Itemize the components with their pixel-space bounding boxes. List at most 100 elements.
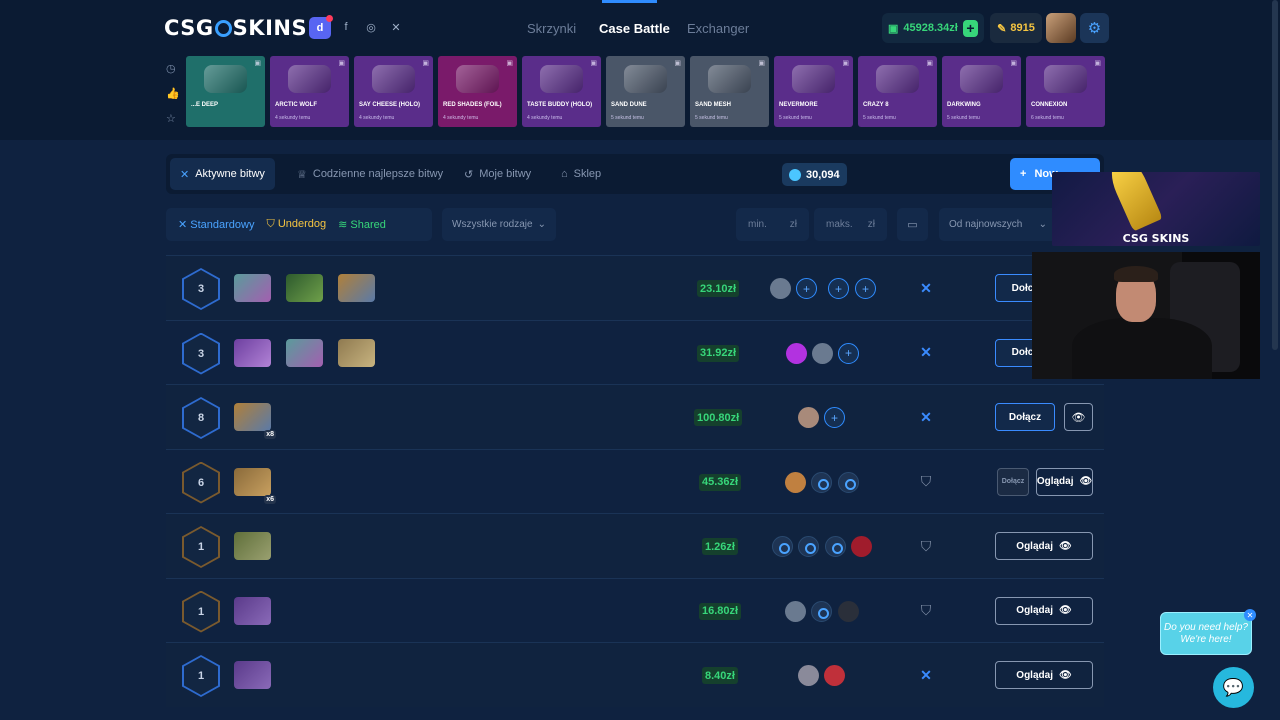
battle-row[interactable]: 3 31.92zł + ✕ Dołcz bbox=[166, 319, 1104, 384]
case-icon: ▣ bbox=[674, 60, 681, 67]
case-icon: ▣ bbox=[1094, 60, 1101, 67]
eye-icon[interactable]: 👁 bbox=[1064, 403, 1093, 431]
balance-display[interactable]: ▣ 45928.34zł + bbox=[882, 13, 984, 43]
case-filter-icon[interactable]: ▭ bbox=[897, 208, 928, 241]
bot-avatar bbox=[825, 536, 846, 557]
player-avatar bbox=[785, 471, 806, 493]
chevron-down-icon: ⌄ bbox=[537, 219, 546, 230]
thumbs-up-icon[interactable]: 👍 bbox=[166, 87, 180, 112]
help-bubble[interactable]: Do you need help? We're here! bbox=[1160, 612, 1252, 655]
drop-time: 4 sekundy temu bbox=[527, 115, 563, 121]
drop-card[interactable]: ▣ ARCTIC WOLF 4 sekundy temu bbox=[270, 56, 349, 127]
clock-icon[interactable]: ◷ bbox=[166, 62, 180, 87]
stream-banner-logo: CSG SKINS bbox=[1122, 232, 1190, 245]
eye-icon: 👁 bbox=[1058, 605, 1072, 616]
item-image bbox=[624, 65, 667, 93]
case-image: x6 bbox=[234, 467, 276, 504]
join-button[interactable]: Dołącz bbox=[995, 403, 1055, 431]
player-avatar bbox=[770, 278, 791, 299]
nav-exchanger[interactable]: Exchanger bbox=[687, 21, 749, 36]
drop-time: 4 sekundy temu bbox=[359, 115, 395, 121]
filter-standard[interactable]: ✕ Standardowy bbox=[178, 218, 255, 231]
drop-time: 5 sekund temu bbox=[695, 115, 728, 121]
rounds-badge: 8 bbox=[182, 397, 220, 439]
instagram-icon[interactable]: ◎ bbox=[361, 17, 381, 37]
type-select[interactable]: Wszystkie rodzaje ⌄ bbox=[442, 208, 556, 241]
drop-card[interactable]: ▣ CONNEXION 6 sekund temu bbox=[1026, 56, 1105, 127]
battle-row[interactable]: 1 1.26zł ⛉ Oglądaj 👁 bbox=[166, 513, 1104, 578]
tab-shop[interactable]: ⌂ Sklep bbox=[551, 158, 611, 190]
webcam-overlay bbox=[1032, 252, 1260, 379]
item-image bbox=[1044, 65, 1087, 93]
drop-card[interactable]: ▣ SAND MESH 5 sekund temu bbox=[690, 56, 769, 127]
min-price-input[interactable]: min. zł bbox=[736, 208, 809, 241]
join-slot-button[interactable]: + bbox=[838, 342, 859, 364]
gems-balance[interactable]: 30,094 bbox=[782, 163, 847, 186]
case-image bbox=[338, 274, 375, 302]
item-image bbox=[708, 65, 751, 93]
drop-time: 5 sekund temu bbox=[779, 115, 812, 121]
discord-icon[interactable]: d bbox=[309, 15, 333, 39]
drop-card[interactable]: ▣ RED SHADES (FOIL) 4 sekundy temu bbox=[438, 56, 517, 127]
drop-item-name: SAND MESH bbox=[695, 102, 732, 108]
battle-row[interactable]: 3 23.10zł + + + ✕ Dołcz bbox=[166, 255, 1104, 320]
max-price-input[interactable]: maks. zł bbox=[814, 208, 887, 241]
sort-select[interactable]: Od najnowszych ⌄ bbox=[939, 208, 1057, 241]
drop-card[interactable]: ▣ ...E DEEP bbox=[186, 56, 265, 127]
nav-cases[interactable]: Skrzynki bbox=[527, 21, 576, 36]
join-slot-button[interactable]: + bbox=[824, 407, 845, 428]
filter-shared[interactable]: ≋ Shared bbox=[338, 218, 386, 231]
bot-avatar bbox=[798, 536, 819, 557]
nav-case-battle[interactable]: Case Battle bbox=[599, 21, 670, 36]
drop-card[interactable]: ▣ CRAZY 8 5 sekund temu bbox=[858, 56, 937, 127]
case-image bbox=[286, 338, 323, 367]
watch-button[interactable]: Oglądaj 👁 bbox=[995, 661, 1093, 689]
drop-card[interactable]: ▣ TASTE BUDDY (HOLO) 4 sekundy temu bbox=[522, 56, 601, 127]
user-avatar[interactable] bbox=[1046, 13, 1076, 43]
drop-card[interactable]: ▣ DARKWING 5 sekund temu bbox=[942, 56, 1021, 127]
eye-icon: 👁 bbox=[1058, 669, 1072, 681]
case-image bbox=[338, 338, 375, 367]
rounds-badge: 3 bbox=[182, 268, 220, 310]
add-funds-button[interactable]: + bbox=[962, 19, 978, 37]
battle-row[interactable]: 8 x8 100.80zł + ✕ Dołącz 👁 bbox=[166, 384, 1104, 449]
standard-mode-icon: ✕ bbox=[920, 344, 932, 360]
mode-filter: ✕ Standardowy ⛉ Underdog ≋ Shared bbox=[166, 208, 432, 241]
tab-active-battles[interactable]: ✕ Aktywne bitwy bbox=[170, 158, 275, 190]
filter-underdog[interactable]: ⛉ Underdog bbox=[267, 218, 327, 231]
battle-row[interactable]: 1 16.80zł ⛉ Oglądaj 👁 bbox=[166, 577, 1104, 642]
tab-my-battles[interactable]: ↺ Moje bitwy bbox=[454, 158, 541, 190]
watch-button[interactable]: Oglądaj 👁 bbox=[995, 532, 1093, 560]
settings-gear-icon[interactable]: ⚙ bbox=[1080, 13, 1109, 43]
x-twitter-icon[interactable]: ✕ bbox=[386, 17, 406, 37]
balance-amount: 45928.34zł bbox=[903, 22, 958, 34]
join-slot-button[interactable]: + bbox=[828, 278, 849, 299]
join-slot-button[interactable]: + bbox=[796, 278, 817, 299]
rounds-badge: 1 bbox=[182, 526, 220, 568]
coins-display[interactable]: ✎ 8915 bbox=[990, 13, 1042, 43]
drop-item-name: ARCTIC WOLF bbox=[275, 102, 317, 108]
site-logo[interactable]: CSG SKINS bbox=[164, 16, 307, 40]
battle-row[interactable]: 6 x6 45.36zł ⛉ Dołącz Oglądaj 👁 bbox=[166, 448, 1104, 513]
logo-ring-icon bbox=[214, 20, 232, 37]
facebook-icon[interactable]: f bbox=[336, 17, 356, 37]
drop-item-name: SAY CHEESE (HOLO) bbox=[359, 102, 421, 108]
drop-card[interactable]: ▣ SAND DUNE 5 sekund temu bbox=[606, 56, 685, 127]
watch-button[interactable]: Oglądaj 👁 bbox=[1036, 467, 1093, 496]
basket-icon: ⌂ bbox=[561, 168, 568, 180]
watch-button[interactable]: Oglądaj 👁 bbox=[995, 596, 1093, 625]
case-image bbox=[286, 274, 323, 302]
page-scrollbar[interactable] bbox=[1272, 0, 1278, 350]
drop-card[interactable]: ▣ NEVERMORE 5 sekund temu bbox=[774, 56, 853, 127]
join-slot-button[interactable]: + bbox=[855, 278, 876, 299]
join-button[interactable]: Dołącz bbox=[997, 467, 1029, 496]
star-icon[interactable]: ☆ bbox=[166, 112, 180, 137]
close-icon[interactable]: ✕ bbox=[1244, 609, 1256, 621]
top-header: CSG SKINS d f ◎ ✕ Skrzynki Case Battle Ex… bbox=[0, 0, 1280, 140]
tab-daily-best[interactable]: ♕ Codzienne najlepsze bitwy bbox=[287, 158, 453, 190]
chat-bubble-icon[interactable]: 💬 bbox=[1213, 667, 1254, 708]
drop-card[interactable]: ▣ SAY CHEESE (HOLO) 4 sekundy temu bbox=[354, 56, 433, 127]
battle-row[interactable]: 1 8.40zł ✕ Oglądaj 👁 bbox=[166, 642, 1104, 707]
case-icon: ▣ bbox=[926, 60, 933, 67]
player-avatar bbox=[798, 407, 819, 428]
